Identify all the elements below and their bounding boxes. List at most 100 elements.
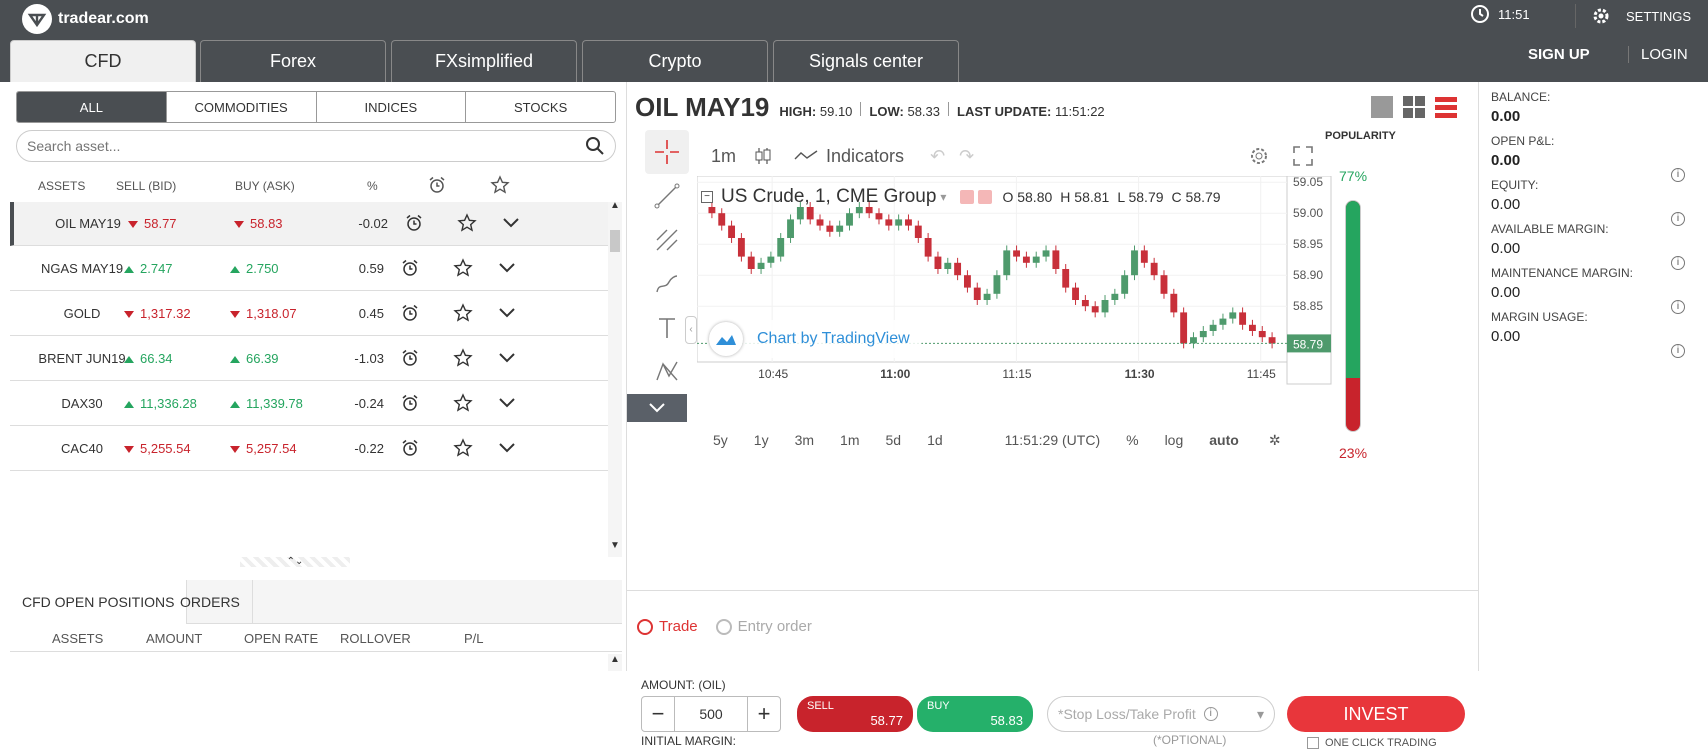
asset-list-scrollbar[interactable]: ▲ ▼ bbox=[608, 200, 622, 557]
sl-tp-dropdown[interactable]: *Stop Loss/Take Profit i ▾ bbox=[1047, 696, 1275, 732]
star-icon[interactable] bbox=[453, 348, 473, 368]
asset-row[interactable]: DAX30 11,336.28 11,339.78 -0.24 bbox=[10, 382, 610, 426]
range-3m[interactable]: 3m bbox=[795, 432, 814, 448]
crosshair-tool[interactable] bbox=[645, 130, 689, 174]
increase-button[interactable]: + bbox=[748, 697, 780, 731]
indicators-button[interactable]: Indicators bbox=[826, 146, 904, 167]
list-layout-icon[interactable] bbox=[1435, 96, 1457, 118]
asset-buy[interactable]: 11,339.78 bbox=[230, 396, 303, 411]
price-chart[interactable]: 59.05 59.00 58.95 58.90 58.85 10:45 11:00 11:15… bbox=[697, 176, 1347, 418]
asset-sell[interactable]: 2.747 bbox=[124, 261, 173, 276]
info-icon[interactable]: i bbox=[1671, 212, 1685, 226]
tab-orders[interactable]: ORDERS bbox=[168, 580, 253, 624]
tab-crypto[interactable]: Crypto bbox=[582, 40, 768, 82]
chevron-down-icon[interactable] bbox=[498, 261, 516, 275]
collapse-toolbar-handle[interactable]: ‹ bbox=[685, 316, 697, 344]
star-icon[interactable] bbox=[453, 303, 473, 323]
pattern-tool[interactable] bbox=[645, 350, 689, 394]
info-icon[interactable]: i bbox=[1671, 168, 1685, 182]
range-1d[interactable]: 1d bbox=[927, 432, 943, 448]
search-input[interactable] bbox=[27, 138, 585, 154]
alarm-icon[interactable] bbox=[401, 349, 419, 367]
asset-row[interactable]: NGAS MAY19 2.747 2.750 0.59 bbox=[10, 247, 610, 291]
asset-buy[interactable]: 5,257.54 bbox=[230, 441, 297, 456]
percent-toggle[interactable]: % bbox=[1126, 432, 1138, 448]
range-1y[interactable]: 1y bbox=[754, 432, 769, 448]
tab-fxsimplified[interactable]: FXsimplified bbox=[391, 40, 577, 82]
info-icon[interactable]: i bbox=[1671, 256, 1685, 270]
legend-dropdown-icon[interactable]: ▾ bbox=[940, 190, 946, 204]
asset-row[interactable]: OIL MAY19 58.77 58.83 -0.02 bbox=[10, 202, 610, 246]
candles-icon[interactable] bbox=[754, 146, 772, 166]
scrollbar-thumb[interactable] bbox=[610, 230, 620, 252]
entry-order-radio[interactable] bbox=[715, 618, 732, 635]
star-icon[interactable] bbox=[453, 438, 473, 458]
one-click-checkbox[interactable] bbox=[1307, 737, 1319, 749]
filter-indices[interactable]: INDICES bbox=[317, 92, 467, 122]
asset-buy[interactable]: 58.83 bbox=[234, 216, 283, 231]
scale-settings-icon[interactable]: ✲ bbox=[1269, 432, 1281, 449]
invest-button[interactable]: INVEST bbox=[1287, 696, 1465, 732]
filter-stocks[interactable]: STOCKS bbox=[466, 92, 615, 122]
range-1m[interactable]: 1m bbox=[840, 432, 859, 448]
brush-tool[interactable] bbox=[645, 262, 689, 306]
star-icon[interactable] bbox=[457, 213, 477, 233]
alarm-icon[interactable] bbox=[401, 439, 419, 457]
asset-sell[interactable]: 5,255.54 bbox=[124, 441, 191, 456]
info-icon[interactable]: i bbox=[1671, 344, 1685, 358]
interval-button[interactable]: 1m bbox=[711, 146, 736, 167]
expand-tools-button[interactable] bbox=[627, 394, 687, 422]
asset-sell[interactable]: 1,317.32 bbox=[124, 306, 191, 321]
chart-settings-icon[interactable] bbox=[1247, 144, 1271, 168]
chevron-down-icon[interactable] bbox=[498, 351, 516, 365]
trade-radio[interactable] bbox=[637, 618, 653, 635]
login-button[interactable]: LOGIN bbox=[1628, 46, 1688, 63]
asset-sell[interactable]: 11,336.28 bbox=[124, 396, 197, 411]
chevron-down-icon[interactable] bbox=[498, 396, 516, 410]
single-layout-icon[interactable] bbox=[1371, 96, 1393, 118]
log-toggle[interactable]: log bbox=[1165, 432, 1184, 448]
tab-cfd[interactable]: CFD bbox=[10, 40, 196, 82]
alarm-icon[interactable] bbox=[401, 304, 419, 322]
star-icon[interactable] bbox=[453, 393, 473, 413]
chevron-down-icon[interactable] bbox=[498, 306, 516, 320]
fib-tool[interactable] bbox=[645, 218, 689, 262]
chart-clock[interactable]: 11:51:29 (UTC) bbox=[1005, 432, 1100, 448]
range-5y[interactable]: 5y bbox=[713, 432, 728, 448]
buy-button[interactable]: BUY 58.83 bbox=[917, 696, 1033, 732]
search-icon[interactable] bbox=[585, 136, 605, 156]
amount-input[interactable]: 500 bbox=[674, 697, 748, 731]
asset-buy[interactable]: 66.39 bbox=[230, 351, 279, 366]
sell-button[interactable]: SELL 58.77 bbox=[797, 696, 913, 732]
filter-commodities[interactable]: COMMODITIES bbox=[167, 92, 317, 122]
undo-icon[interactable]: ↶ bbox=[930, 146, 945, 167]
settings-button[interactable]: SETTINGS bbox=[1575, 4, 1691, 28]
asset-sell[interactable]: 66.34 bbox=[124, 351, 173, 366]
asset-sell[interactable]: 58.77 bbox=[128, 216, 177, 231]
asset-buy[interactable]: 1,318.07 bbox=[230, 306, 297, 321]
text-tool[interactable] bbox=[645, 306, 689, 350]
star-icon[interactable] bbox=[453, 258, 473, 278]
signup-button[interactable]: SIGN UP bbox=[1528, 46, 1590, 63]
redo-icon[interactable]: ↷ bbox=[959, 146, 974, 167]
chevron-down-icon[interactable] bbox=[498, 441, 516, 455]
eye-icon[interactable] bbox=[960, 190, 975, 204]
tab-signals-center[interactable]: Signals center bbox=[773, 40, 959, 82]
scroll-down-icon[interactable]: ▼ bbox=[608, 540, 622, 554]
collapse-legend-icon[interactable]: − bbox=[701, 191, 713, 203]
asset-buy[interactable]: 2.750 bbox=[230, 261, 279, 276]
resize-handle[interactable]: ⌃⌄ bbox=[240, 557, 350, 567]
info-icon[interactable]: i bbox=[1671, 300, 1685, 314]
decrease-button[interactable]: − bbox=[642, 697, 674, 731]
positions-scroll-up-icon[interactable]: ▲ bbox=[608, 654, 622, 671]
range-5d[interactable]: 5d bbox=[886, 432, 902, 448]
asset-row[interactable]: GOLD 1,317.32 1,318.07 0.45 bbox=[10, 292, 610, 336]
fullscreen-icon[interactable] bbox=[1291, 144, 1315, 168]
auto-toggle[interactable]: auto bbox=[1209, 432, 1239, 448]
trendline-tool[interactable] bbox=[645, 174, 689, 218]
chevron-down-icon[interactable] bbox=[502, 216, 520, 230]
alarm-icon[interactable] bbox=[405, 214, 423, 232]
legend-settings-icon[interactable] bbox=[978, 190, 993, 204]
filter-all[interactable]: ALL bbox=[17, 92, 167, 122]
logo[interactable]: tradear.com bbox=[22, 4, 149, 34]
